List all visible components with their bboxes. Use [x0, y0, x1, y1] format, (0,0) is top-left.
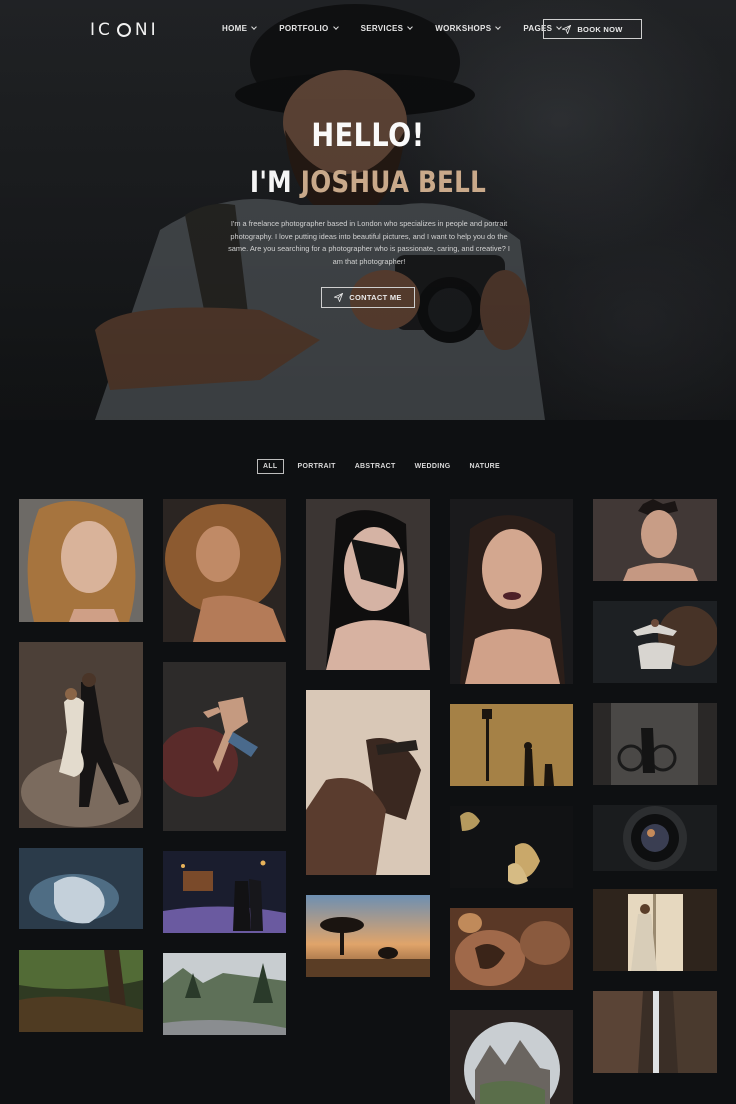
chevron-down-icon	[251, 24, 258, 30]
menu-item-label: SERVICES	[360, 24, 404, 33]
hero-section: IC NI HOME PORTFOLIO SERVICES WORKSHOPS …	[0, 0, 736, 420]
site-logo[interactable]: IC NI	[90, 20, 159, 40]
hero-title: I'M JOSHUA BELL	[55, 165, 681, 199]
filter-abstract[interactable]: ABSTRACT	[355, 463, 396, 470]
photo-painted-face[interactable]	[306, 499, 430, 670]
photo-bride-window[interactable]	[593, 889, 717, 971]
menu-item-services[interactable]: SERVICES	[360, 24, 414, 33]
photo-underwater-dress[interactable]	[19, 848, 143, 929]
menu-item-home[interactable]: HOME	[222, 24, 258, 33]
chevron-down-icon	[495, 24, 502, 30]
filter-all[interactable]: ALL	[257, 459, 284, 474]
contact-me-label: CONTACT ME	[349, 293, 402, 302]
hero-overlay	[0, 0, 736, 420]
photo-woman-braids[interactable]	[593, 499, 717, 581]
photo-wet-hair-portrait[interactable]	[450, 499, 573, 684]
menu-item-workshops[interactable]: WORKSHOPS	[435, 24, 502, 33]
photo-tango-dancers[interactable]	[19, 642, 143, 828]
photo-man-hands-face[interactable]	[306, 690, 430, 875]
logo-text-left: IC	[90, 20, 113, 40]
filter-wedding[interactable]: WEDDING	[415, 463, 451, 470]
chevron-down-icon	[407, 24, 414, 30]
menu-item-portfolio[interactable]: PORTFOLIO	[279, 24, 339, 33]
photo-studio-bikes[interactable]	[593, 703, 717, 785]
photo-acacia-elephant[interactable]	[306, 895, 430, 977]
book-now-label: BOOK NOW	[577, 24, 623, 34]
paper-plane-icon	[334, 293, 344, 302]
hero-im: I'M	[249, 165, 301, 199]
menu-item-label: PORTFOLIO	[279, 24, 329, 33]
hero-name: JOSHUA BELL	[300, 165, 487, 199]
contact-me-button[interactable]: CONTACT ME	[321, 287, 415, 308]
photo-mountain-road[interactable]	[163, 953, 286, 1035]
main-menu: HOME PORTFOLIO SERVICES WORKSHOPS PAGES	[222, 24, 584, 33]
photo-woman-curly-hair[interactable]	[163, 499, 286, 642]
paper-plane-icon	[562, 24, 572, 34]
photo-forest-stream[interactable]	[19, 950, 143, 1032]
menu-item-label: HOME	[222, 24, 248, 33]
photo-street-lamp-shadows[interactable]	[450, 704, 573, 786]
logo-text-right: NI	[134, 20, 159, 40]
photo-gold-leaves[interactable]	[450, 806, 573, 888]
aperture-icon	[116, 23, 131, 37]
hero-greeting: HELLO!	[311, 116, 425, 154]
filter-nature[interactable]: NATURE	[470, 463, 500, 470]
filter-portrait[interactable]: PORTRAIT	[298, 463, 336, 470]
photo-cave-dolomites[interactable]	[450, 1010, 573, 1104]
photo-woman-wavy-hair[interactable]	[19, 499, 143, 622]
photo-couple-lights[interactable]	[163, 851, 286, 933]
photo-ballerina[interactable]	[593, 601, 717, 683]
chevron-down-icon	[332, 24, 339, 30]
top-navigation: IC NI HOME PORTFOLIO SERVICES WORKSHOPS …	[0, 18, 736, 40]
hero-intro-text: I'm a freelance photographer based in Lo…	[228, 219, 510, 266]
portfolio-filter-bar: ALL PORTRAIT ABSTRACT WEDDING NATURE	[257, 459, 519, 474]
photo-jumping-dancer[interactable]	[163, 662, 286, 831]
book-now-button[interactable]: BOOK NOW	[543, 19, 642, 39]
menu-item-label: WORKSHOPS	[435, 24, 492, 33]
photo-camera-lens[interactable]	[593, 805, 717, 871]
photo-tattooed-back[interactable]	[450, 908, 573, 990]
photo-waterfall-canyon[interactable]	[593, 991, 717, 1073]
